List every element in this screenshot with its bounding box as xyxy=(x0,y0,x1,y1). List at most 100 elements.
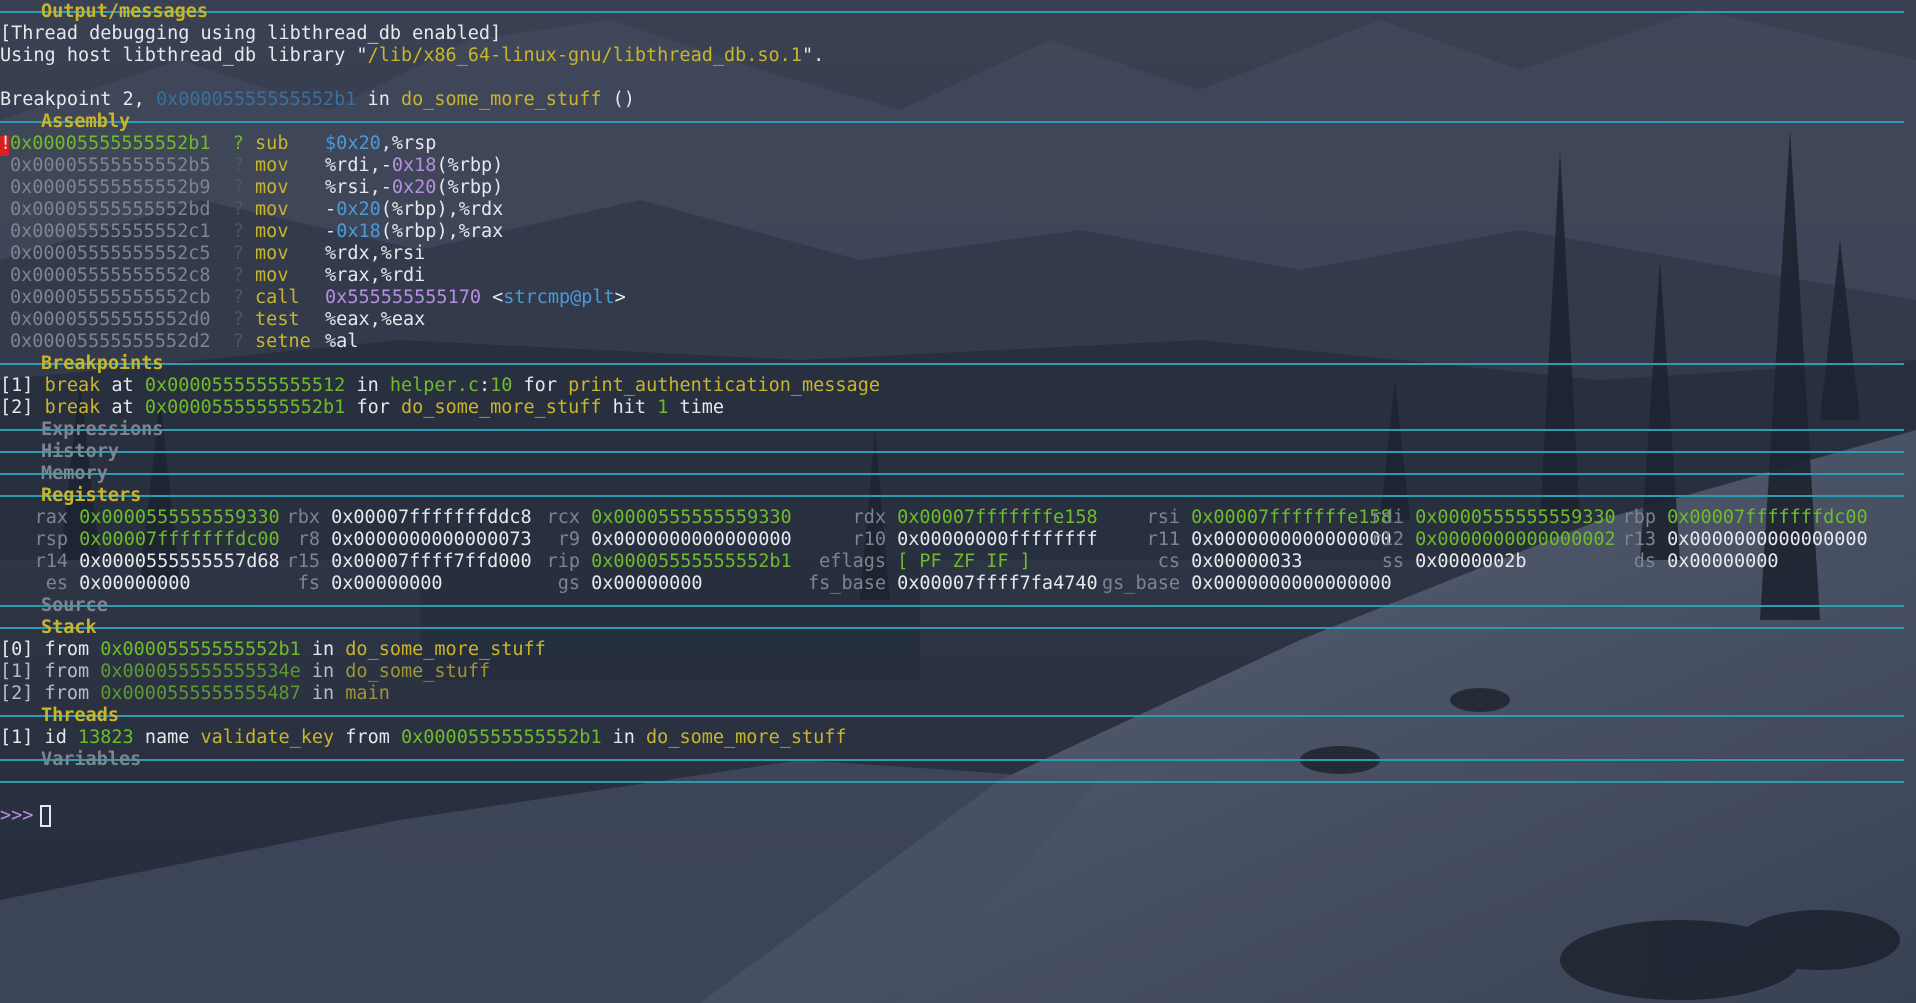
register-name: fs_base xyxy=(808,573,886,594)
output-text: ". xyxy=(801,45,825,66)
text: id xyxy=(33,727,78,748)
gdb-dashboard-terminal[interactable]: Output/messages [Thread debugging using l… xyxy=(0,0,1916,1003)
operand: (%rbp),%rax xyxy=(380,221,504,242)
breakpoint-row: [1] break at 0x0000555555555512 in helpe… xyxy=(0,375,880,397)
text: : xyxy=(478,375,491,396)
symbol-marker: ? xyxy=(232,265,244,286)
thread-index: [1] xyxy=(0,727,34,748)
register-name: rdx xyxy=(852,507,886,528)
text: from xyxy=(33,661,101,682)
register-r12: r12 0x0000000000000002 xyxy=(1350,529,1616,551)
operand: < xyxy=(480,287,504,308)
symbol-marker: ? xyxy=(232,199,244,220)
register-name: r13 xyxy=(1622,529,1656,550)
register-ss: ss 0x0000002b xyxy=(1350,551,1527,573)
operand: %rdi,- xyxy=(325,155,392,176)
opcode: mov xyxy=(255,155,289,176)
register-rcx: rcx 0x0000555555559330 xyxy=(520,507,792,529)
text: from xyxy=(33,639,101,660)
opcode: mov xyxy=(255,199,289,220)
register-value: 0x0000000000000002 xyxy=(1415,529,1616,550)
register-value: 0x00000000 xyxy=(79,573,191,594)
function-name: main xyxy=(345,683,390,704)
section-rule xyxy=(0,605,1904,607)
opcode: test xyxy=(255,309,300,330)
section-title: Assembly xyxy=(41,111,131,132)
operand: (%rbp) xyxy=(436,177,504,198)
thread-row: [1] id 13823 name validate_key from 0x00… xyxy=(0,727,847,749)
register-value: 0x00000000 xyxy=(331,573,443,594)
section-rule xyxy=(0,627,1904,629)
frame-index: [2] xyxy=(0,683,34,704)
register-value: 0x0000000000000073 xyxy=(331,529,532,550)
section-header-threads: Threads xyxy=(0,705,1904,727)
register-r9: r9 0x0000000000000000 xyxy=(520,529,792,551)
terminal-cursor[interactable] xyxy=(40,805,51,827)
register-name: es xyxy=(45,573,68,594)
output-text: () xyxy=(601,89,635,110)
address: 0x00005555555552b1 xyxy=(401,727,602,748)
assembly-row: 0x00005555555552b5 ? mov %rdi,-0x18(%rbp) xyxy=(10,155,503,177)
register-name: gs_base xyxy=(1102,573,1180,594)
register-name: r11 xyxy=(1146,529,1180,550)
section-title: Registers xyxy=(41,485,142,506)
output-line: [Thread debugging using libthread_db ena… xyxy=(0,23,501,45)
text: in xyxy=(601,727,647,748)
section-title: Threads xyxy=(41,705,119,726)
text: for xyxy=(345,397,402,418)
text: from xyxy=(33,683,101,704)
section-header-stack: Stack xyxy=(0,617,1904,639)
output-text: Using host libthread_db library " xyxy=(0,45,368,66)
register-name: fs xyxy=(297,573,320,594)
text: at xyxy=(100,375,145,396)
breakpoint-hit-line: Breakpoint 2, 0x00005555555552b1 in do_s… xyxy=(0,89,635,111)
register-value: 0x00000000ffffffff xyxy=(897,529,1098,550)
register-name: r8 xyxy=(297,529,320,550)
text: at xyxy=(100,397,145,418)
assembly-row: 0x00005555555552cb ? call 0x555555555170 … xyxy=(10,287,626,309)
source-file: helper.c xyxy=(389,375,479,396)
register-value: 0x00007fffffffdc00 xyxy=(79,529,280,550)
register-value: 0x0000555555559330 xyxy=(591,507,792,528)
register-value: 0x00007fffffffdc00 xyxy=(1667,507,1868,528)
function-name: do_some_more_stuff xyxy=(646,727,847,748)
register-name: r15 xyxy=(286,551,320,572)
breakpoint-index: [1] xyxy=(0,375,34,396)
symbol-marker: ? xyxy=(232,287,244,308)
register-value: 0x00000000 xyxy=(1667,551,1779,572)
stack-frame: [1] from 0x000055555555534e in do_some_s… xyxy=(0,661,490,683)
text: in xyxy=(300,639,346,660)
instruction-address: 0x00005555555552d2 xyxy=(10,331,211,352)
function-name: do_some_more_stuff xyxy=(345,639,546,660)
opcode: mov xyxy=(255,221,289,242)
section-rule xyxy=(0,495,1904,497)
operand: 0x18 xyxy=(391,155,437,176)
section-title: Output/messages xyxy=(41,1,209,22)
section-title: Expressions xyxy=(41,419,164,440)
register-name: rip xyxy=(546,551,580,572)
register-eflags: eflags [ PF ZF IF ] xyxy=(800,551,1031,573)
operand: 0x20 xyxy=(336,199,381,220)
register-r13: r13 0x0000000000000000 xyxy=(1600,529,1868,551)
register-value: 0x0000000000000000 xyxy=(1191,573,1392,594)
breakpoint-index: [2] xyxy=(0,397,34,418)
frame-index: [1] xyxy=(0,661,34,682)
operand: - xyxy=(325,221,337,242)
